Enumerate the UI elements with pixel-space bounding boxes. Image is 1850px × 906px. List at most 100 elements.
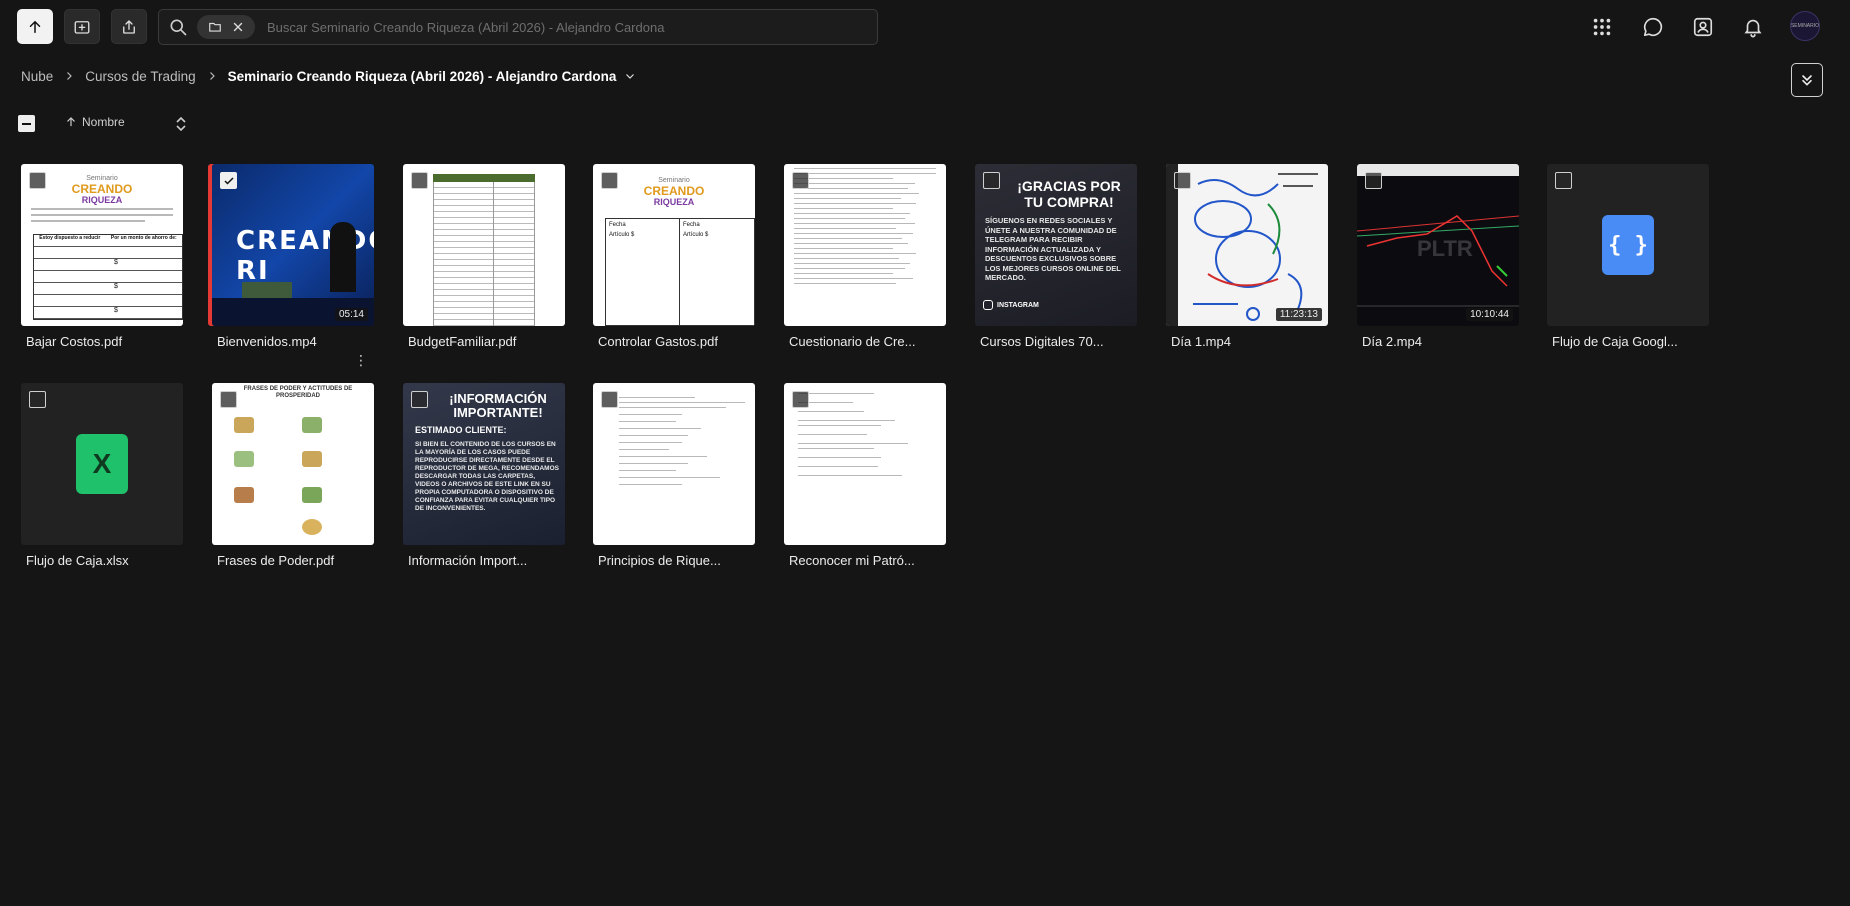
file-item[interactable]: 11:23:13 Día 1.mp4 xyxy=(1166,164,1328,349)
file-thumbnail[interactable]: Seminario CREANDO RIQUEZA Fecha Artículo… xyxy=(593,164,755,326)
table-header xyxy=(433,174,535,182)
file-checkbox[interactable] xyxy=(1365,172,1382,189)
search-icon xyxy=(167,16,189,38)
file-thumbnail[interactable]: X xyxy=(21,383,183,545)
chevron-right-icon xyxy=(63,70,75,82)
file-item[interactable]: Seminario CREANDO RIQUEZA Fecha Artículo… xyxy=(593,164,755,349)
folder-filter-chip[interactable] xyxy=(197,15,255,39)
illustration xyxy=(302,487,322,503)
file-thumbnail[interactable]: Seminario CREANDO RIQUEZA Estoy dispuest… xyxy=(21,164,183,326)
avatar[interactable]: SEMINARIO xyxy=(1790,11,1820,41)
file-item[interactable]: BudgetFamiliar.pdf xyxy=(403,164,565,349)
file-thumbnail[interactable]: CREANDO RI 05:14 xyxy=(212,164,374,326)
fecha-label: Fecha xyxy=(609,222,626,228)
breadcrumb-item-cursos[interactable]: Cursos de Trading xyxy=(85,69,195,84)
file-thumbnail[interactable]: FRASES DE PODER Y ACTITUDES DE PROSPERID… xyxy=(212,383,374,545)
file-thumbnail[interactable]: { } xyxy=(1547,164,1709,326)
dollar-cell: $ xyxy=(34,307,182,319)
file-checkbox[interactable] xyxy=(601,172,618,189)
file-item[interactable]: CREANDO RI 05:14 Bienvenidos.mp4 ⋮ xyxy=(212,164,374,368)
breadcrumb-current: Seminario Creando Riqueza (Abril 2026) -… xyxy=(227,68,617,84)
file-checkbox[interactable] xyxy=(792,172,809,189)
more-options-icon[interactable]: ⋮ xyxy=(354,352,368,369)
file-checkbox[interactable] xyxy=(792,391,809,408)
presenter-figure xyxy=(330,222,356,292)
select-all-checkbox[interactable] xyxy=(18,115,35,132)
contacts-icon[interactable] xyxy=(1690,14,1716,40)
file-checkbox[interactable] xyxy=(220,172,237,189)
search-input[interactable] xyxy=(265,18,877,36)
file-checkbox[interactable] xyxy=(1555,172,1572,189)
upload-button[interactable] xyxy=(17,9,53,44)
info-subtitle: ESTIMADO CLIENTE: xyxy=(415,425,507,435)
column-divider xyxy=(493,182,494,326)
file-checkbox[interactable] xyxy=(29,172,46,189)
logo-big: CREANDO xyxy=(643,184,705,198)
logo-sub: RIQUEZA xyxy=(653,197,695,207)
file-thumbnail[interactable]: PLTR 10:10:44 xyxy=(1357,164,1519,326)
file-name: Día 1.mp4 xyxy=(1171,334,1231,349)
file-item[interactable]: X Flujo de Caja.xlsx xyxy=(21,383,183,568)
file-thumbnail[interactable] xyxy=(593,383,755,545)
file-item[interactable]: ¡INFORMACIÓN IMPORTANTE! ESTIMADO CLIENT… xyxy=(403,383,565,568)
file-checkbox[interactable] xyxy=(411,391,428,408)
gracias-body: SÍGUENOS EN REDES SOCIALES Y ÚNETE A NUE… xyxy=(985,216,1121,282)
budget-table xyxy=(433,182,535,326)
text-lines xyxy=(794,168,936,288)
file-item[interactable]: Principios de Rique... xyxy=(593,383,755,568)
file-item[interactable]: Seminario CREANDO RIQUEZA Estoy dispuest… xyxy=(21,164,183,349)
sort-toggle-icon[interactable] xyxy=(174,115,188,133)
file-checkbox[interactable] xyxy=(1174,172,1191,189)
apps-grid-icon[interactable] xyxy=(1589,14,1615,40)
file-thumbnail[interactable]: ¡GRACIAS POR TU COMPRA! SÍGUENOS EN REDE… xyxy=(975,164,1137,326)
file-name: Principios de Rique... xyxy=(598,553,721,568)
file-thumbnail[interactable] xyxy=(784,164,946,326)
share-button[interactable] xyxy=(111,9,147,44)
file-checkbox[interactable] xyxy=(29,391,46,408)
file-item[interactable]: ¡GRACIAS POR TU COMPRA! SÍGUENOS EN REDE… xyxy=(975,164,1137,349)
info-body: SI BIEN EL CONTENIDO DE LOS CURSOS EN LA… xyxy=(415,441,559,512)
cost-table: Estoy dispuesto a reducir Por un monto de… xyxy=(33,234,183,320)
file-name: Bajar Costos.pdf xyxy=(26,334,123,349)
logo-text: Seminario CREANDO RIQUEZA xyxy=(644,174,705,208)
file-item[interactable]: PLTR 10:10:44 Día 2.mp4 xyxy=(1357,164,1519,349)
logo-text: Seminario CREANDO RIQUEZA xyxy=(72,172,133,206)
file-name: Flujo de Caja.xlsx xyxy=(26,553,129,568)
file-item[interactable]: FRASES DE PODER Y ACTITUDES DE PROSPERID… xyxy=(212,383,374,568)
articulo-label: Artículo $ xyxy=(609,232,635,238)
illustration xyxy=(234,487,254,503)
fecha-label: Fecha xyxy=(683,222,700,228)
chat-icon[interactable] xyxy=(1640,14,1666,40)
new-folder-button[interactable] xyxy=(64,9,100,44)
share-icon xyxy=(123,19,135,34)
file-checkbox[interactable] xyxy=(411,172,428,189)
file-name: Frases de Poder.pdf xyxy=(217,553,335,568)
chevron-down-icon[interactable] xyxy=(624,70,636,82)
file-checkbox[interactable] xyxy=(983,172,1000,189)
file-item[interactable]: { } Flujo de Caja Googl... xyxy=(1547,164,1709,349)
search-bar[interactable] xyxy=(158,9,878,45)
dollar-cell: $ xyxy=(34,259,182,271)
code-file-icon: { } xyxy=(1602,215,1654,275)
col-b: Por un monto de ahorro de: xyxy=(110,235,177,241)
sort-by-name[interactable]: Nombre xyxy=(64,115,125,129)
sort-ascending-icon xyxy=(67,117,75,127)
close-icon[interactable] xyxy=(231,20,245,34)
file-item[interactable]: Cuestionario de Cre... xyxy=(784,164,946,349)
bell-icon[interactable] xyxy=(1740,14,1766,40)
file-name: Cursos Digitales 70... xyxy=(980,334,1104,349)
file-thumbnail[interactable] xyxy=(784,383,946,545)
file-thumbnail[interactable]: 11:23:13 xyxy=(1166,164,1328,326)
file-item[interactable]: Reconocer mi Patró... xyxy=(784,383,946,568)
breadcrumb-item-nube[interactable]: Nube xyxy=(21,69,53,84)
file-thumbnail[interactable]: ¡INFORMACIÓN IMPORTANTE! ESTIMADO CLIENT… xyxy=(403,383,565,545)
file-checkbox[interactable] xyxy=(601,391,618,408)
text-lines xyxy=(798,393,936,480)
illustration xyxy=(234,417,254,433)
file-thumbnail[interactable] xyxy=(403,164,565,326)
articulo-label: Artículo $ xyxy=(683,232,709,238)
file-checkbox[interactable] xyxy=(220,391,237,408)
collapse-button[interactable] xyxy=(1791,63,1823,97)
file-name: Controlar Gastos.pdf xyxy=(598,334,718,349)
illustration xyxy=(302,519,322,535)
